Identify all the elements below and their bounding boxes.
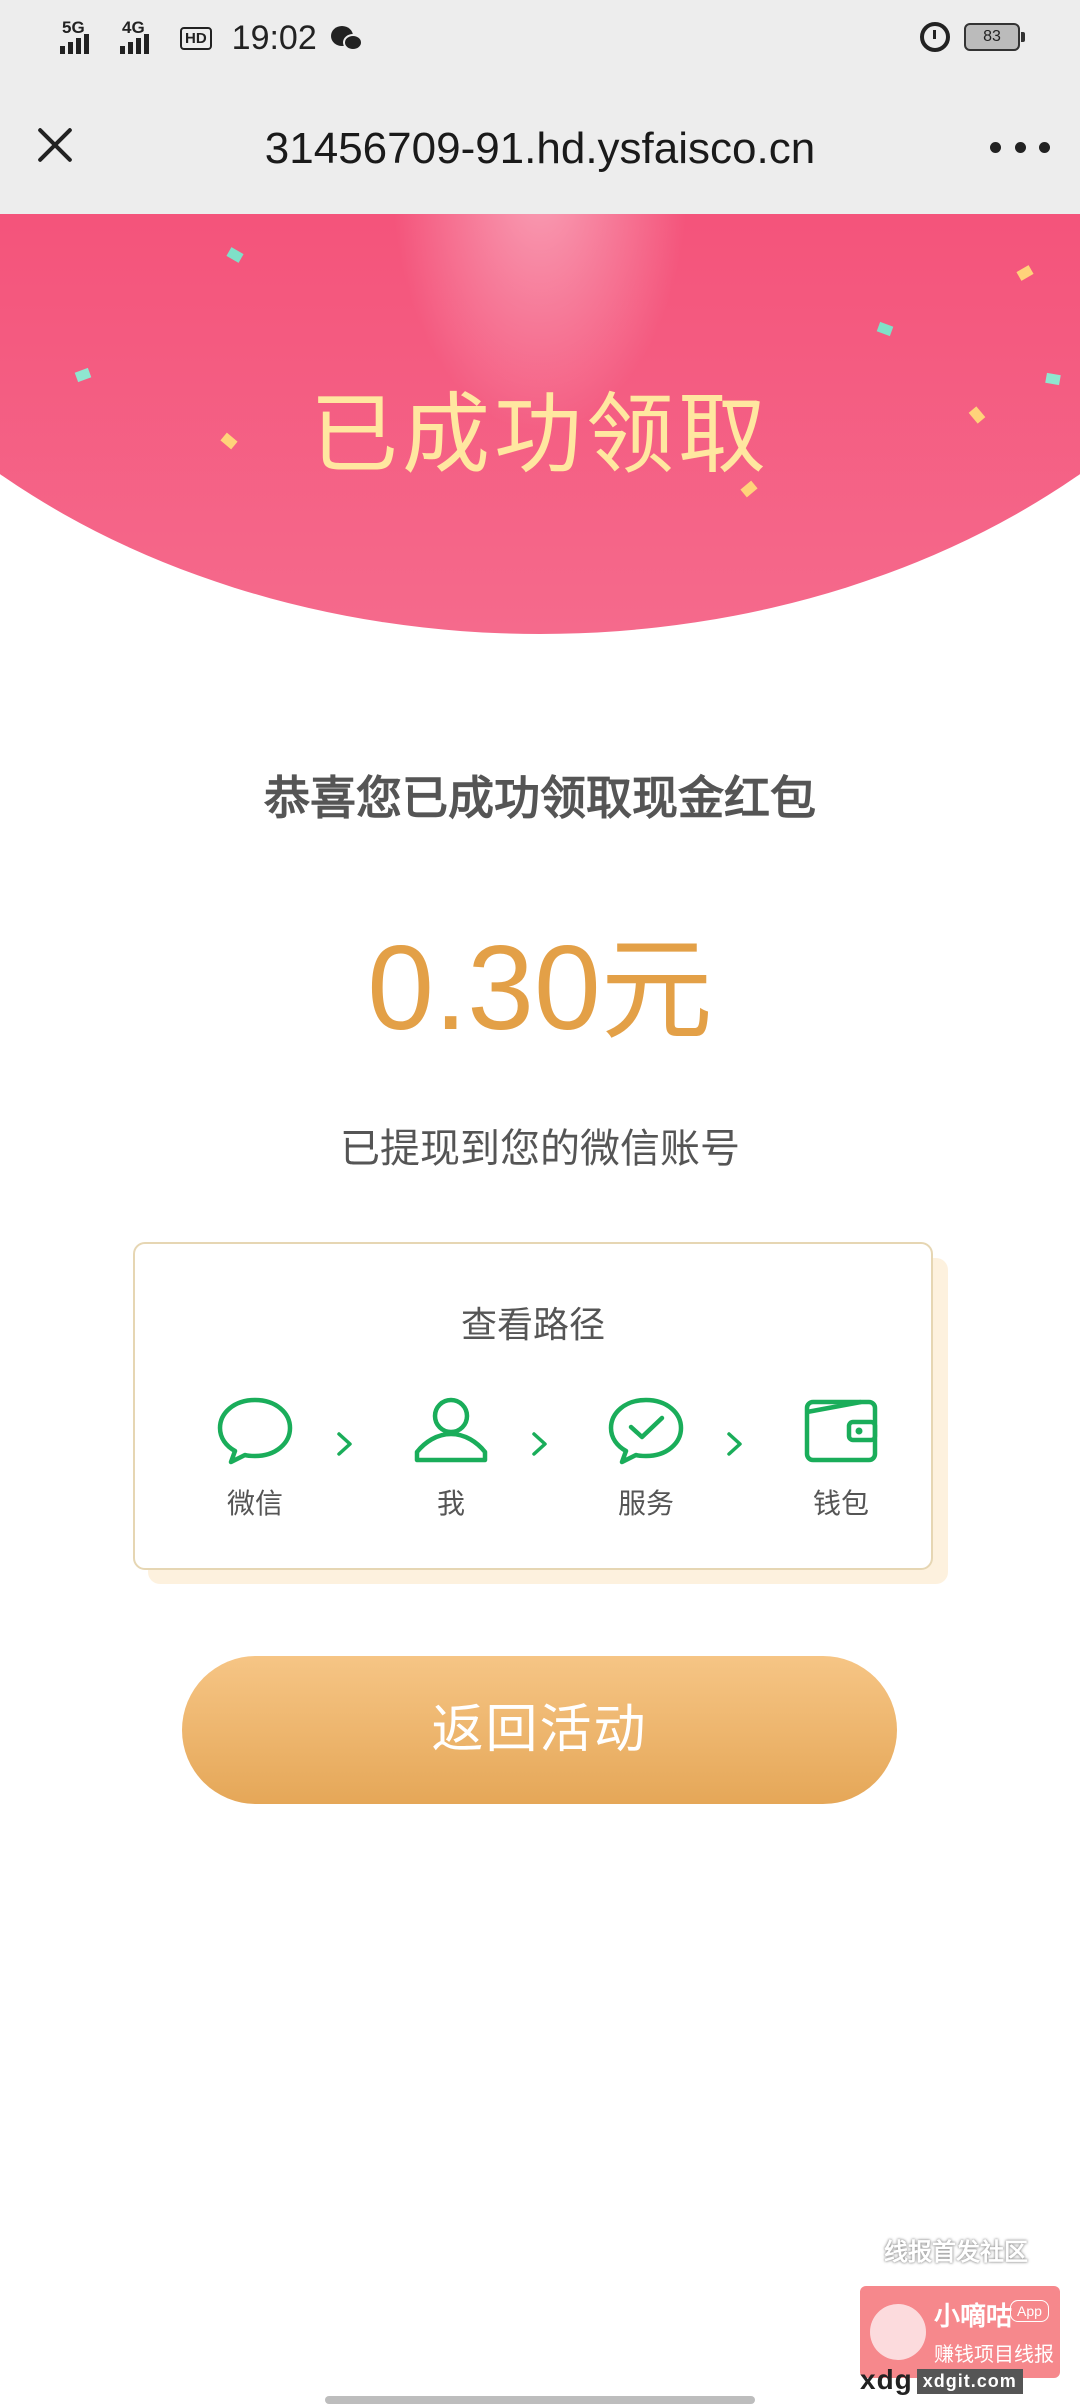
watermark-domain: xdg xdgit.com (860, 2364, 1023, 2396)
wechat-notification-icon (330, 24, 365, 52)
banner-title: 已成功领取 (309, 383, 770, 486)
status-time: 19:02 (231, 18, 317, 57)
close-button[interactable] (28, 118, 82, 172)
path-step-label: 微信 (226, 1487, 283, 1520)
signal-5g-icon: 5G (60, 18, 106, 58)
watermark-subtitle: 赚钱项目线报 (934, 2342, 1054, 2366)
status-bar: 5G 4G HD 19:02 83 (0, 0, 1080, 82)
path-step-label: 钱包 (812, 1487, 869, 1520)
status-left: 5G 4G HD 19:02 (60, 18, 365, 58)
battery-icon: 83 (964, 23, 1025, 51)
view-path-card: 查看路径 微信 我 服务 钱包 (133, 1242, 933, 1570)
watermark-domain-main: xdg (860, 2364, 913, 2395)
check-bubble-icon (608, 1397, 684, 1465)
path-step-wallet: 钱包 (781, 1394, 901, 1522)
path-step-services: 服务 (586, 1394, 706, 1522)
success-banner: 已成功领取 (0, 214, 1080, 634)
more-options-button[interactable] (990, 132, 1050, 162)
watermark-domain-small: xdgit.com (916, 2369, 1023, 2395)
page-url-title: 31456709-91.hd.ysfaisco.cn (264, 124, 816, 173)
path-step-wechat: 微信 (195, 1394, 315, 1522)
path-card-title: 查看路径 (460, 1305, 605, 1346)
wallet-icon (804, 1399, 878, 1463)
mascot-icon (870, 2304, 926, 2360)
back-to-activity-button[interactable]: 返回活动 (182, 1656, 897, 1804)
withdraw-note: 已提现到您的微信账号 (340, 1126, 740, 1172)
hd-badge: HD (180, 26, 212, 50)
path-step-label: 服务 (617, 1487, 674, 1520)
chevron-right-icon (525, 1424, 555, 1464)
person-icon (414, 1397, 488, 1463)
chat-bubble-icon (217, 1397, 293, 1465)
reward-amount: 0.30元 (0, 900, 1080, 1062)
path-step-me: 我 (391, 1394, 511, 1522)
amount-value: 0.30 (367, 921, 601, 1055)
chevron-right-icon (720, 1424, 750, 1464)
watermark-name: 小嘀咕 (934, 2302, 1013, 2332)
chevron-right-icon (330, 1424, 360, 1464)
browser-nav-bar: 31456709-91.hd.ysfaisco.cn (0, 82, 1080, 214)
watermark-tagline: 线报首发社区 (884, 2238, 1028, 2266)
alarm-icon (920, 22, 950, 52)
watermark-app-badge: App (1010, 2300, 1049, 2322)
path-step-label: 我 (436, 1487, 465, 1520)
signal-4g-icon: 4G (120, 18, 166, 58)
congrats-heading: 恭喜您已成功领取现金红包 (264, 771, 816, 825)
amount-unit: 元 (600, 926, 713, 1056)
status-right: 83 (920, 22, 1025, 52)
home-indicator[interactable] (325, 2396, 755, 2404)
